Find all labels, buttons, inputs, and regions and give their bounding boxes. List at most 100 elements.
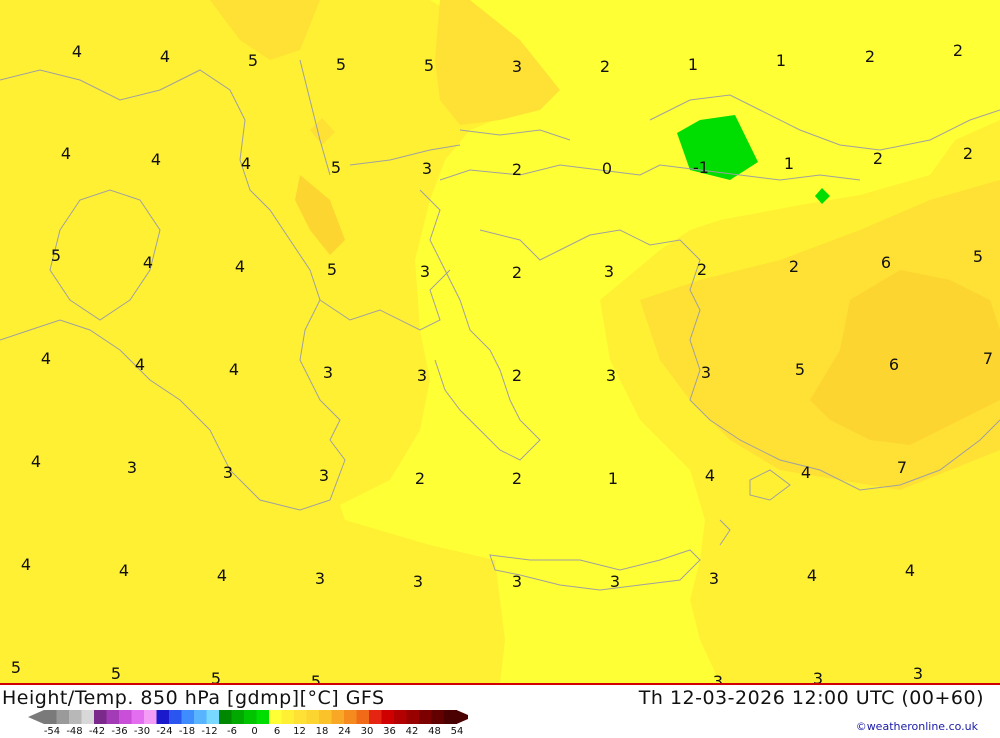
contour-value-label: 1 bbox=[607, 469, 619, 488]
forecast-timestamp: Th 12-03-2026 12:00 UTC (00+60) bbox=[638, 687, 984, 709]
scale-tick-label: -36 bbox=[111, 726, 128, 737]
contour-value-label: 3 bbox=[511, 57, 523, 76]
contour-value-label: 3 bbox=[318, 466, 330, 485]
contour-value-label: 4 bbox=[134, 355, 146, 374]
contour-value-label: 4 bbox=[118, 561, 130, 580]
contour-value-label: 5 bbox=[110, 664, 122, 683]
temperature-field bbox=[0, 0, 1000, 683]
scale-color-swatch bbox=[381, 710, 395, 724]
contour-value-label: 3 bbox=[322, 363, 334, 382]
contour-value-label: 0 bbox=[601, 159, 613, 178]
scale-tick-label: 30 bbox=[360, 726, 374, 737]
scale-color-swatch bbox=[344, 710, 357, 724]
contour-value-label: 1 bbox=[687, 55, 699, 74]
scale-tick-label: 42 bbox=[405, 726, 419, 737]
contour-value-label: 4 bbox=[800, 463, 812, 482]
contour-value-label: 4 bbox=[142, 253, 154, 272]
scale-tick-label: 48 bbox=[428, 726, 441, 737]
scale-tick-label: -54 bbox=[43, 726, 61, 737]
credit-link[interactable]: ©weatheronline.co.uk bbox=[856, 720, 978, 733]
scale-color-swatch bbox=[181, 710, 195, 724]
contour-value-label: 3 bbox=[708, 569, 720, 588]
contour-value-label: 5 bbox=[210, 669, 222, 684]
contour-value-label: 2 bbox=[864, 47, 876, 66]
scale-color-swatch bbox=[206, 710, 220, 724]
contour-value-label: 4 bbox=[30, 452, 42, 471]
contour-value-label: 2 bbox=[414, 469, 426, 488]
scale-color-swatch bbox=[294, 710, 307, 724]
scale-color-swatch bbox=[369, 710, 382, 724]
color-scale-ticks: -54 -48 -42 -36 -30 -24 -18 -12 -6 0 6 12 18 24 30 36 42… bbox=[0, 726, 480, 738]
contour-value-label: 2 bbox=[788, 257, 800, 276]
contour-value-label: -1 bbox=[693, 158, 709, 177]
contour-value-label: 1 bbox=[775, 51, 787, 70]
scale-tick-label: -48 bbox=[66, 726, 83, 737]
contour-value-label: 4 bbox=[806, 566, 818, 585]
contour-value-label: 3 bbox=[511, 572, 523, 591]
scale-color-swatch bbox=[106, 710, 120, 724]
band-4-6-region-albania bbox=[295, 175, 345, 255]
contour-value-label: 5 bbox=[330, 158, 342, 177]
color-scale-bar bbox=[28, 710, 468, 724]
map-footer: Height/Temp. 850 hPa [gdmp][°C] GFS Th 1… bbox=[0, 683, 1000, 737]
scale-tick-label: -30 bbox=[133, 726, 151, 737]
contour-value-label: 3 bbox=[421, 159, 433, 178]
contour-value-label: 3 bbox=[605, 366, 617, 385]
contour-value-label: 4 bbox=[71, 42, 83, 61]
contour-value-label: 5 bbox=[10, 658, 22, 677]
weather-map: 4 4 5 5 5 3 2 1 1 2 2 4 4 4 5 3 2 0 -1 1 2 2 5 4 4 5 3 2 3 2 2 6 5 4 4 4 3 3 2… bbox=[0, 0, 1000, 683]
scale-tick-label: 0 bbox=[251, 726, 258, 737]
scale-color-swatch bbox=[69, 710, 82, 724]
scale-right-arrow bbox=[456, 710, 468, 724]
contour-value-label: 4 bbox=[240, 154, 252, 173]
scale-tick-label: -12 bbox=[201, 726, 218, 737]
contour-value-label: 5 bbox=[794, 360, 806, 379]
scale-color-swatch bbox=[331, 710, 345, 724]
scale-tick-label: 36 bbox=[383, 726, 396, 737]
contour-value-label: 3 bbox=[609, 572, 621, 591]
contour-value-label: 3 bbox=[812, 669, 824, 684]
contour-value-label: 2 bbox=[962, 144, 974, 163]
contour-value-label: 3 bbox=[222, 463, 234, 482]
contour-value-label: 2 bbox=[511, 263, 523, 282]
contour-value-label: 3 bbox=[603, 262, 615, 281]
contour-value-label: 1 bbox=[783, 154, 795, 173]
contour-value-label: 4 bbox=[60, 144, 72, 163]
contour-value-label: 3 bbox=[126, 458, 138, 477]
contour-value-label: 4 bbox=[904, 561, 916, 580]
contour-value-label: 4 bbox=[704, 466, 716, 485]
scale-color-swatch bbox=[44, 710, 57, 724]
scale-color-swatch bbox=[244, 710, 257, 724]
contour-value-label: 4 bbox=[228, 360, 240, 379]
scale-color-swatch bbox=[81, 710, 95, 724]
scale-tick-label: 6 bbox=[273, 726, 281, 737]
scale-tick-label: 54 bbox=[450, 726, 464, 737]
scale-color-swatch bbox=[306, 710, 320, 724]
scale-color-swatch bbox=[319, 710, 332, 724]
contour-value-label: 2 bbox=[952, 41, 964, 60]
contour-value-label: 5 bbox=[247, 51, 259, 70]
scale-tick-label: -42 bbox=[88, 726, 106, 737]
scale-color-swatch bbox=[419, 710, 432, 724]
scale-color-swatch bbox=[256, 710, 270, 724]
scale-color-swatch bbox=[394, 710, 407, 724]
scale-tick-label: -18 bbox=[178, 726, 196, 737]
scale-color-swatch bbox=[169, 710, 182, 724]
contour-value-label: 5 bbox=[310, 672, 322, 684]
contour-value-label: 4 bbox=[216, 566, 228, 585]
contour-value-label: 6 bbox=[888, 355, 900, 374]
contour-value-label: 7 bbox=[982, 349, 994, 368]
contour-value-label: 5 bbox=[335, 55, 347, 74]
scale-color-swatch bbox=[406, 710, 420, 724]
contour-value-label: 2 bbox=[872, 149, 884, 168]
contour-value-label: 4 bbox=[150, 150, 162, 169]
contour-value-label: 3 bbox=[712, 672, 724, 684]
contour-value-label: 5 bbox=[50, 246, 62, 265]
scale-color-swatch bbox=[156, 710, 170, 724]
contour-value-label: 4 bbox=[20, 555, 32, 574]
scale-left-arrow bbox=[28, 710, 44, 724]
scale-color-swatch bbox=[356, 710, 370, 724]
scale-color-swatch bbox=[281, 710, 295, 724]
contour-value-label: 4 bbox=[159, 47, 171, 66]
contour-value-label: 3 bbox=[419, 262, 431, 281]
